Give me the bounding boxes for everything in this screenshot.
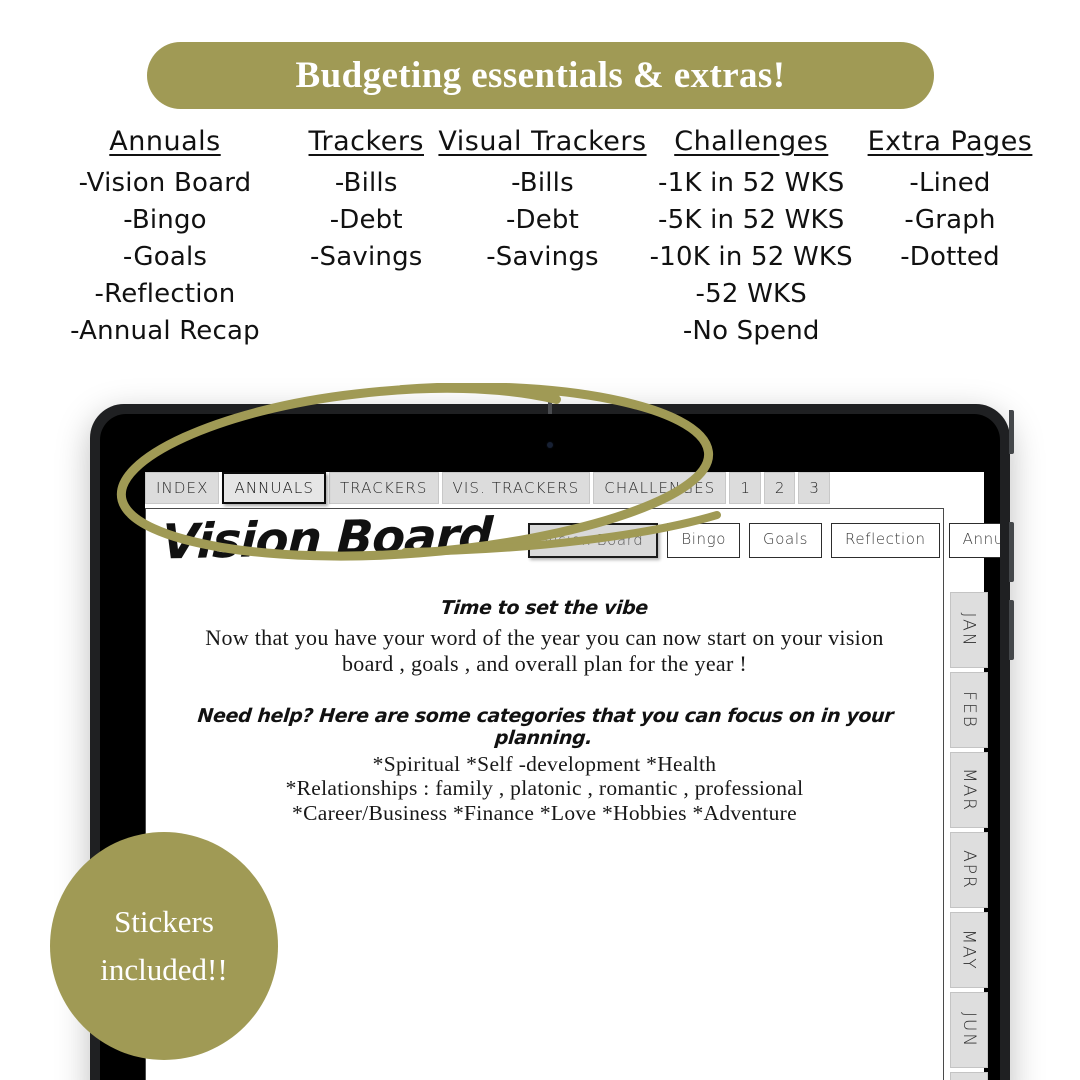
sticker-line-2: included!!	[100, 952, 228, 987]
month-label: JAN	[959, 612, 979, 648]
month-tab-apr[interactable]: APR	[950, 832, 988, 908]
planner-tab-strip: INDEX ANNUALS TRACKERS VIS. TRACKERS CHA…	[145, 472, 830, 504]
categories-line-3: *Career/Business *Finance *Love *Hobbies…	[292, 800, 797, 825]
month-label: MAY	[959, 929, 979, 971]
sticker-line-1: Stickers	[114, 903, 214, 939]
tab-vis-trackers[interactable]: VIS. TRACKERS	[441, 472, 591, 504]
column-title: Extra Pages	[867, 126, 1033, 157]
tab-page-3[interactable]: 3	[798, 472, 830, 504]
column-item: -Bills	[334, 168, 398, 198]
vibe-line-2: board , goals , and overall plan for the…	[341, 650, 748, 676]
column-item: -Bills	[511, 168, 574, 198]
month-tab-jul[interactable]: JUL	[950, 1072, 988, 1080]
tab-challenges[interactable]: CHALLENGES	[593, 472, 727, 504]
tablet-volume-down-button[interactable]	[1009, 600, 1014, 660]
feature-column-challenges: Challenges -1K in 52 WKS -5K in 52 WKS -…	[644, 126, 859, 350]
column-item: -Savings	[486, 241, 599, 272]
column-item: -Reflection	[94, 278, 236, 309]
subtab-goals[interactable]: Goals	[749, 523, 823, 558]
subtab-bingo[interactable]: Bingo	[667, 523, 741, 558]
column-item: -5K in 52 WKS	[658, 204, 845, 235]
month-tab-rail: JAN FEB MAR APR MAY JUN JUL	[950, 592, 988, 1080]
column-item: -52 WKS	[695, 278, 807, 309]
header-banner: Budgeting essentials & extras!	[147, 42, 934, 109]
column-title: Trackers	[308, 126, 424, 157]
categories-line-1: *Spiritual *Self -development *Health	[372, 752, 717, 777]
feature-column-trackers: Trackers -Bills -Debt -Savings	[291, 126, 441, 276]
column-item: -Debt	[329, 204, 403, 235]
column-item: -Annual Recap	[70, 315, 260, 346]
feature-column-annuals: Annuals -Vision Board -Bingo -Goals -Ref…	[40, 126, 290, 350]
poster-canvas: Budgeting essentials & extras! Annuals -…	[0, 0, 1080, 1080]
column-item: -Goals	[122, 241, 208, 272]
column-item: -Dotted	[900, 241, 1000, 272]
categories-line-2: *Relationships : family , platonic , rom…	[285, 776, 804, 801]
column-item: -Vision Board	[78, 168, 252, 198]
column-item: -Savings	[309, 241, 423, 272]
month-label: APR	[959, 850, 980, 890]
column-item: -Lined	[909, 168, 991, 198]
month-tab-jun[interactable]: JUN	[950, 992, 988, 1068]
tab-trackers[interactable]: TRACKERS	[328, 472, 439, 504]
subtab-annual-recap[interactable]: Annual Recap	[948, 523, 1000, 558]
column-title: Challenges	[674, 126, 829, 157]
vibe-heading: Time to set the vibe	[440, 597, 649, 619]
page-body-copy: Time to set the vibe Now that you have y…	[172, 597, 917, 825]
subtab-reflection[interactable]: Reflection	[831, 523, 940, 558]
tab-annuals[interactable]: ANNUALS	[222, 472, 326, 504]
column-item: -Bingo	[123, 204, 207, 235]
tab-index[interactable]: INDEX	[145, 472, 220, 504]
feature-column-extra-pages: Extra Pages -Lined -Graph -Dotted	[860, 126, 1040, 276]
banner-title: Budgeting essentials & extras!	[295, 55, 786, 96]
month-tab-jan[interactable]: JAN	[950, 592, 988, 668]
tablet-antenna-line	[548, 402, 552, 414]
stickers-included-badge: Stickers included!!	[50, 832, 278, 1060]
tablet-power-button[interactable]	[1009, 410, 1014, 454]
feature-columns: Annuals -Vision Board -Bingo -Goals -Ref…	[40, 126, 1040, 350]
month-tab-feb[interactable]: FEB	[950, 672, 988, 748]
planner-app-screen: INDEX ANNUALS TRACKERS VIS. TRACKERS CHA…	[145, 472, 1000, 1080]
tablet-volume-up-button[interactable]	[1009, 522, 1014, 582]
column-title: Annuals	[109, 126, 221, 157]
column-title: Visual Trackers	[438, 126, 647, 157]
help-heading: Need help? Here are some categories that…	[196, 705, 895, 750]
column-item: -1K in 52 WKS	[658, 168, 845, 198]
annuals-subtab-row: Vision Board Bingo Goals Reflection Annu…	[528, 523, 1000, 558]
month-label: FEB	[959, 691, 979, 729]
tab-page-2[interactable]: 2	[763, 472, 796, 504]
column-item: -Graph	[904, 204, 996, 235]
column-item: -No Spend	[682, 315, 820, 346]
month-tab-may[interactable]: MAY	[950, 912, 988, 988]
month-label: MAR	[959, 767, 980, 813]
column-item: -Debt	[505, 204, 580, 235]
month-label: JUN	[959, 1011, 979, 1049]
vibe-line-1: Now that you have your word of the year …	[205, 625, 884, 650]
tab-page-1[interactable]: 1	[729, 472, 761, 504]
subtab-vision-board[interactable]: Vision Board	[528, 523, 659, 558]
feature-column-visual-trackers: Visual Trackers -Bills -Debt -Savings	[438, 126, 646, 276]
camera-icon	[547, 442, 553, 448]
page-title: Vision Board	[160, 507, 494, 571]
column-item: -10K in 52 WKS	[649, 241, 853, 272]
month-tab-mar[interactable]: MAR	[950, 752, 988, 828]
